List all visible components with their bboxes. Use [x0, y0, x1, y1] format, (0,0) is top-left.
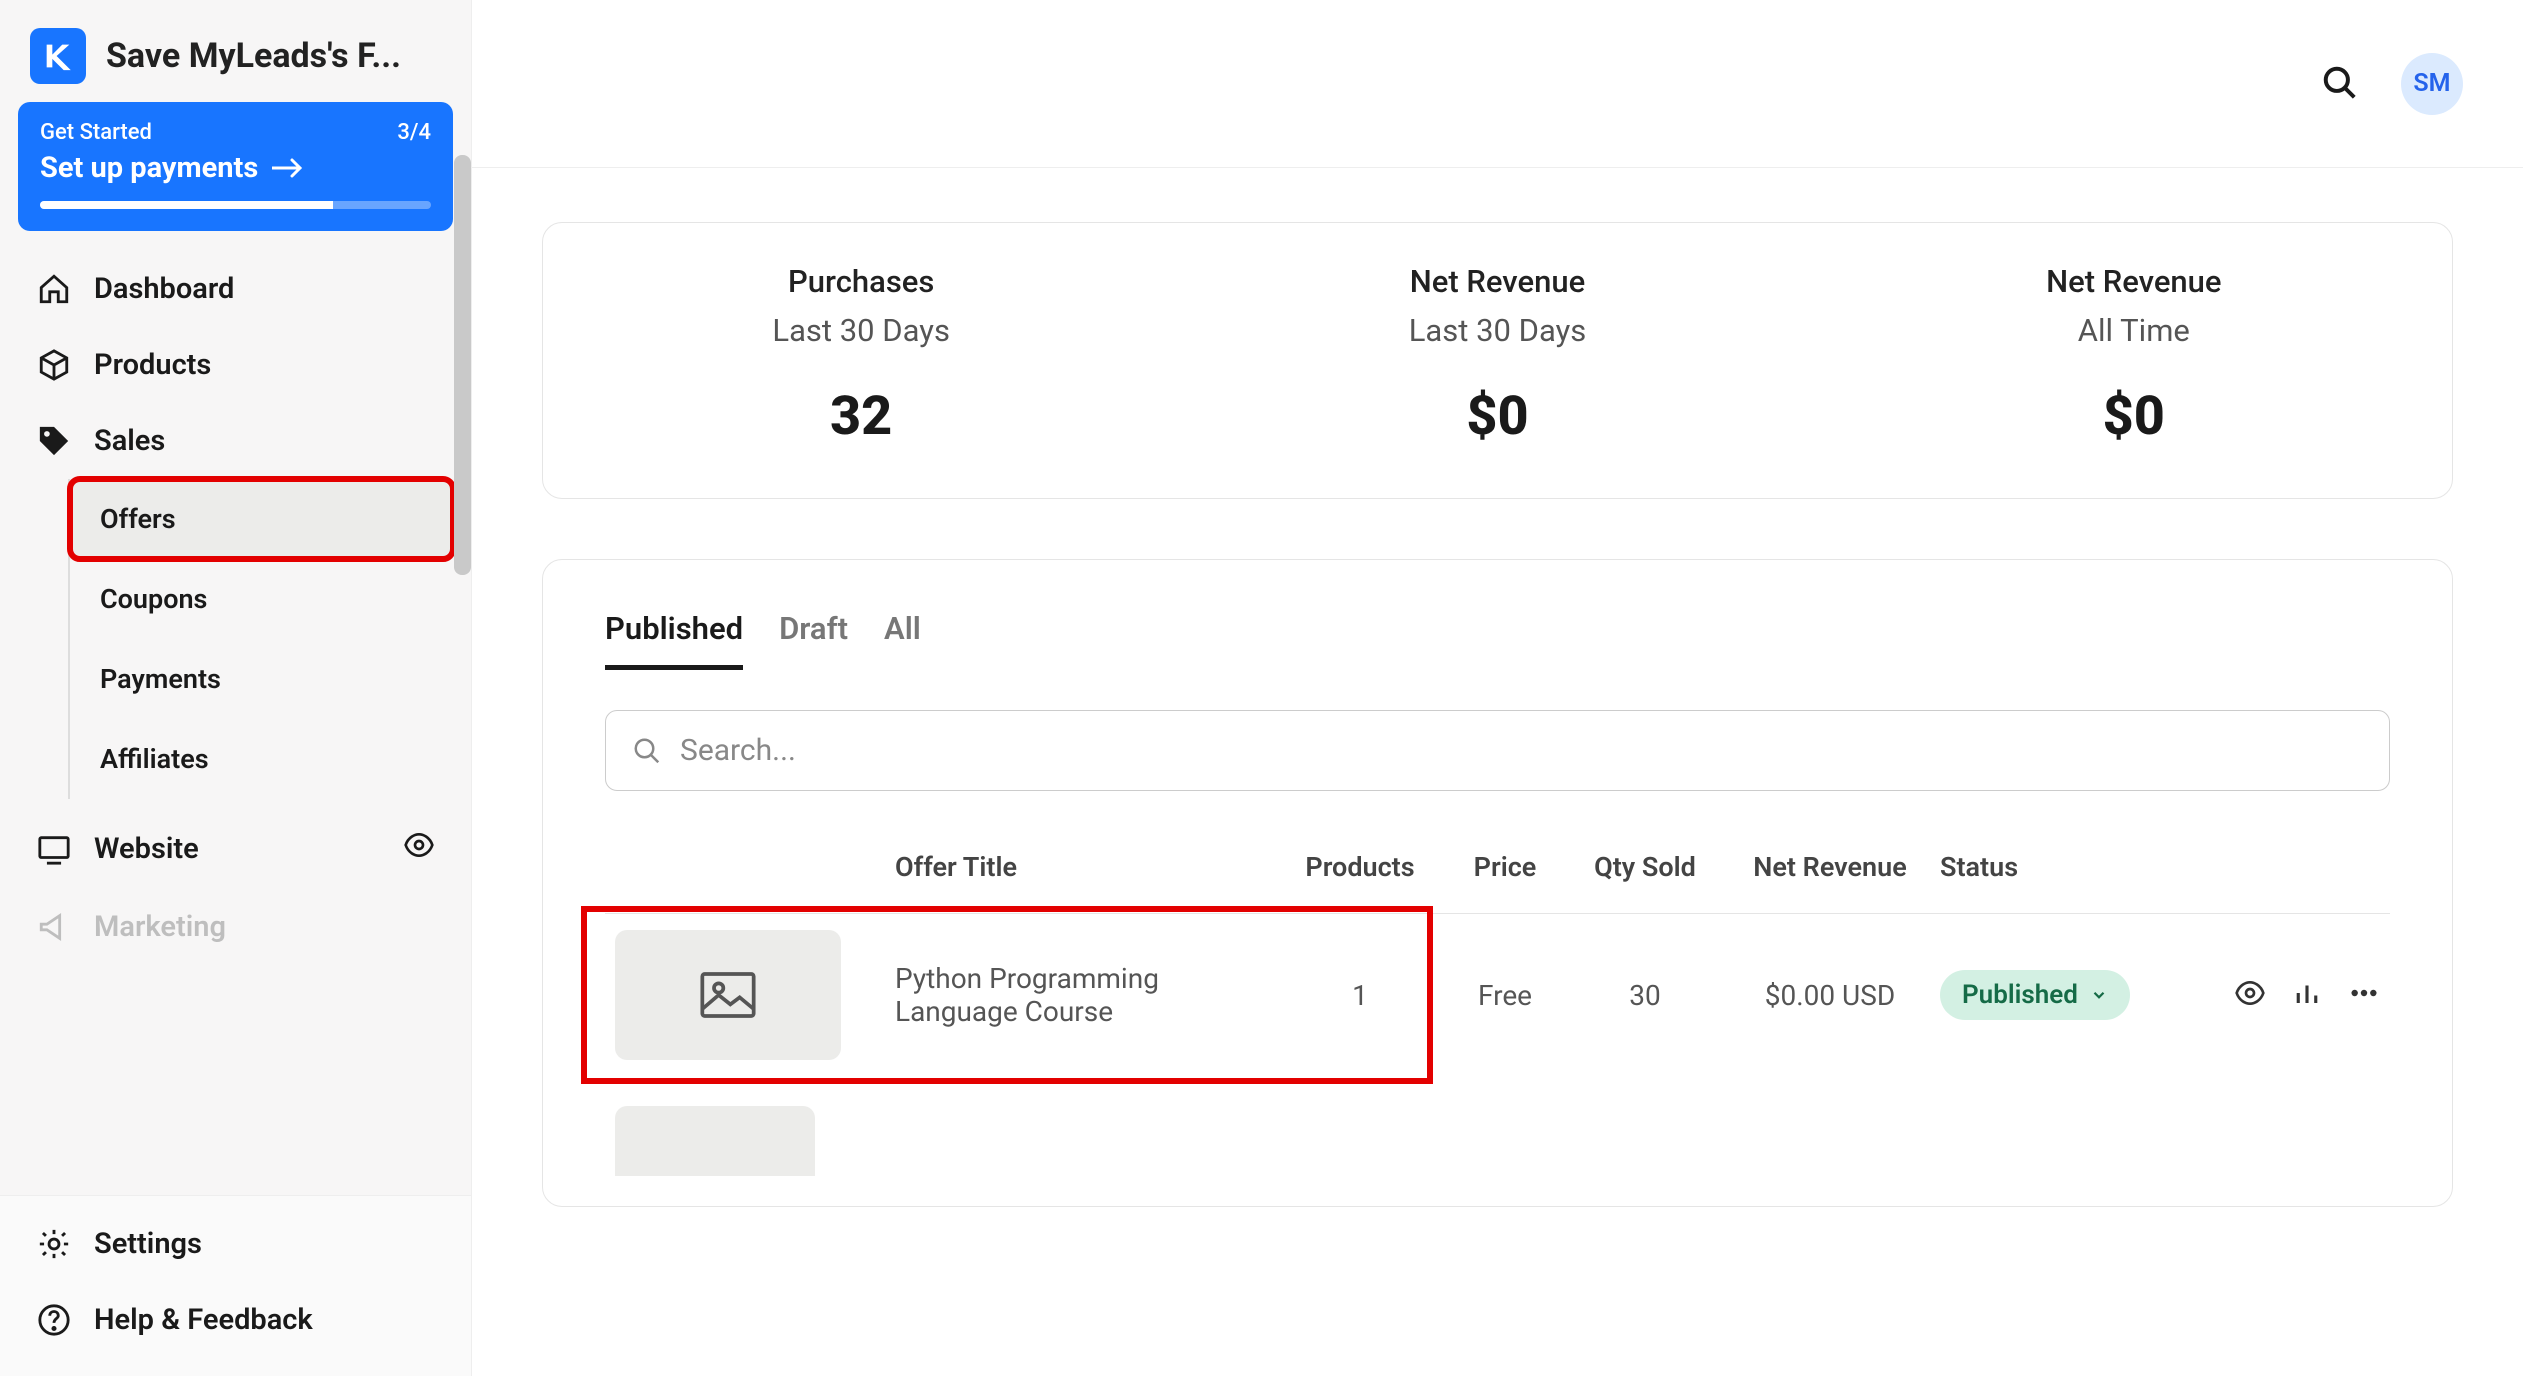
status-label: Published — [1962, 980, 2078, 1010]
content: Purchases Last 30 Days 32 Net Revenue La… — [472, 168, 2523, 1261]
offer-thumbnail — [615, 930, 841, 1060]
stat-value: $0 — [1816, 385, 2452, 448]
nav-settings[interactable]: Settings — [18, 1206, 453, 1282]
col-header-products: Products — [1280, 851, 1440, 883]
nav-dashboard[interactable]: Dashboard — [18, 251, 453, 327]
nav-sales[interactable]: Sales — [18, 403, 453, 479]
col-header-title: Offer Title — [895, 851, 1280, 883]
stat-value: 32 — [543, 385, 1179, 448]
subnav-affiliates-label: Affiliates — [100, 743, 209, 775]
search-icon — [632, 736, 662, 766]
search-button[interactable] — [2321, 64, 2361, 104]
main: SM Purchases Last 30 Days 32 Net Revenue… — [472, 0, 2523, 1376]
sales-subnav: Offers Coupons Payments Affiliates — [68, 479, 453, 799]
get-started-progress-text: 3/4 — [397, 120, 431, 145]
col-header-qty: Qty Sold — [1570, 851, 1720, 883]
table-header: Offer Title Products Price Qty Sold Net … — [605, 851, 2390, 914]
avatar-initials: SM — [2413, 69, 2450, 98]
sidebar-scroll: Get Started 3/4 Set up payments Dashboar… — [0, 102, 471, 1195]
sidebar: Save MyLeads's F... Get Started 3/4 Set … — [0, 0, 472, 1376]
gear-icon — [36, 1226, 72, 1262]
stat-title: Purchases — [543, 263, 1179, 300]
subnav-coupons[interactable]: Coupons — [70, 559, 453, 639]
nav-settings-label: Settings — [94, 1227, 202, 1261]
nav-website[interactable]: Website — [18, 809, 453, 889]
bar-chart-icon — [2292, 978, 2322, 1008]
tag-icon — [36, 423, 72, 459]
status-pill[interactable]: Published — [1940, 970, 2130, 1020]
nav-dashboard-label: Dashboard — [94, 272, 234, 306]
eye-icon — [2234, 977, 2266, 1009]
help-icon — [36, 1302, 72, 1338]
offer-qty: 30 — [1570, 979, 1720, 1012]
monitor-icon — [36, 831, 72, 867]
cube-icon — [36, 347, 72, 383]
search-input[interactable] — [680, 733, 2363, 768]
sidebar-scrollbar[interactable] — [454, 155, 471, 575]
eye-icon[interactable] — [403, 829, 435, 869]
arrow-right-icon — [272, 157, 306, 179]
subnav-payments[interactable]: Payments — [70, 639, 453, 719]
get-started-label: Get Started — [40, 120, 152, 145]
workspace-title[interactable]: Save MyLeads's F... — [106, 36, 441, 76]
stats-card: Purchases Last 30 Days 32 Net Revenue La… — [542, 222, 2453, 499]
megaphone-icon — [36, 909, 72, 945]
more-button[interactable] — [2348, 977, 2380, 1013]
dots-icon — [2348, 977, 2380, 1009]
offers-card: Published Draft All Offer Title Products… — [542, 559, 2453, 1207]
search-icon — [2321, 64, 2359, 102]
table-row[interactable]: Python Programming Language Course 1 Fre… — [605, 914, 2390, 1076]
offer-title: Python Programming Language Course — [895, 962, 1280, 1028]
avatar[interactable]: SM — [2401, 53, 2463, 115]
tab-draft[interactable]: Draft — [779, 610, 848, 670]
nav-marketing[interactable]: Marketing — [18, 889, 453, 965]
nav-help-label: Help & Feedback — [94, 1303, 313, 1337]
stat-title: Net Revenue — [1816, 263, 2452, 300]
stat-value: $0 — [1179, 385, 1815, 448]
nav-products[interactable]: Products — [18, 327, 453, 403]
stat-sub: All Time — [1816, 312, 2452, 349]
stat-sub: Last 30 Days — [543, 312, 1179, 349]
search-box[interactable] — [605, 710, 2390, 791]
get-started-next-action: Set up payments — [40, 151, 258, 185]
subnav-payments-label: Payments — [100, 663, 221, 695]
subnav-offers-label: Offers — [100, 503, 176, 535]
stat-sub: Last 30 Days — [1179, 312, 1815, 349]
subnav-affiliates[interactable]: Affiliates — [70, 719, 453, 799]
nav-sales-label: Sales — [94, 424, 165, 458]
nav-website-label: Website — [94, 832, 199, 866]
stat-revenue-30d: Net Revenue Last 30 Days $0 — [1179, 263, 1815, 448]
subnav-coupons-label: Coupons — [100, 583, 207, 615]
stat-purchases: Purchases Last 30 Days 32 — [543, 263, 1179, 448]
tab-all[interactable]: All — [884, 610, 921, 670]
nav-marketing-label: Marketing — [94, 910, 226, 944]
offer-price: Free — [1440, 979, 1570, 1012]
nav-help[interactable]: Help & Feedback — [18, 1282, 453, 1358]
col-header-rev: Net Revenue — [1720, 851, 1940, 883]
tab-published[interactable]: Published — [605, 610, 743, 670]
nav-products-label: Products — [94, 348, 211, 382]
sidebar-header: Save MyLeads's F... — [0, 0, 471, 102]
chevron-down-icon — [2090, 986, 2108, 1004]
stat-title: Net Revenue — [1179, 263, 1815, 300]
subnav-offers[interactable]: Offers — [70, 479, 453, 559]
col-header-price: Price — [1440, 851, 1570, 883]
topbar: SM — [472, 0, 2523, 168]
offer-products: 1 — [1280, 979, 1440, 1012]
kajabi-logo-icon — [41, 39, 75, 73]
tabs: Published Draft All — [605, 610, 2390, 670]
get-started-card[interactable]: Get Started 3/4 Set up payments — [18, 102, 453, 231]
col-header-status: Status — [1940, 851, 2180, 883]
stats-button[interactable] — [2292, 978, 2322, 1012]
image-icon — [700, 971, 756, 1019]
sidebar-footer: Settings Help & Feedback — [0, 1195, 471, 1376]
stat-revenue-alltime: Net Revenue All Time $0 — [1816, 263, 2452, 448]
preview-button[interactable] — [2234, 977, 2266, 1013]
next-row-thumbnail — [615, 1106, 815, 1176]
get-started-progress-bar — [40, 201, 431, 209]
app-logo[interactable] — [30, 28, 86, 84]
home-icon — [36, 271, 72, 307]
offer-revenue: $0.00 USD — [1720, 979, 1940, 1012]
